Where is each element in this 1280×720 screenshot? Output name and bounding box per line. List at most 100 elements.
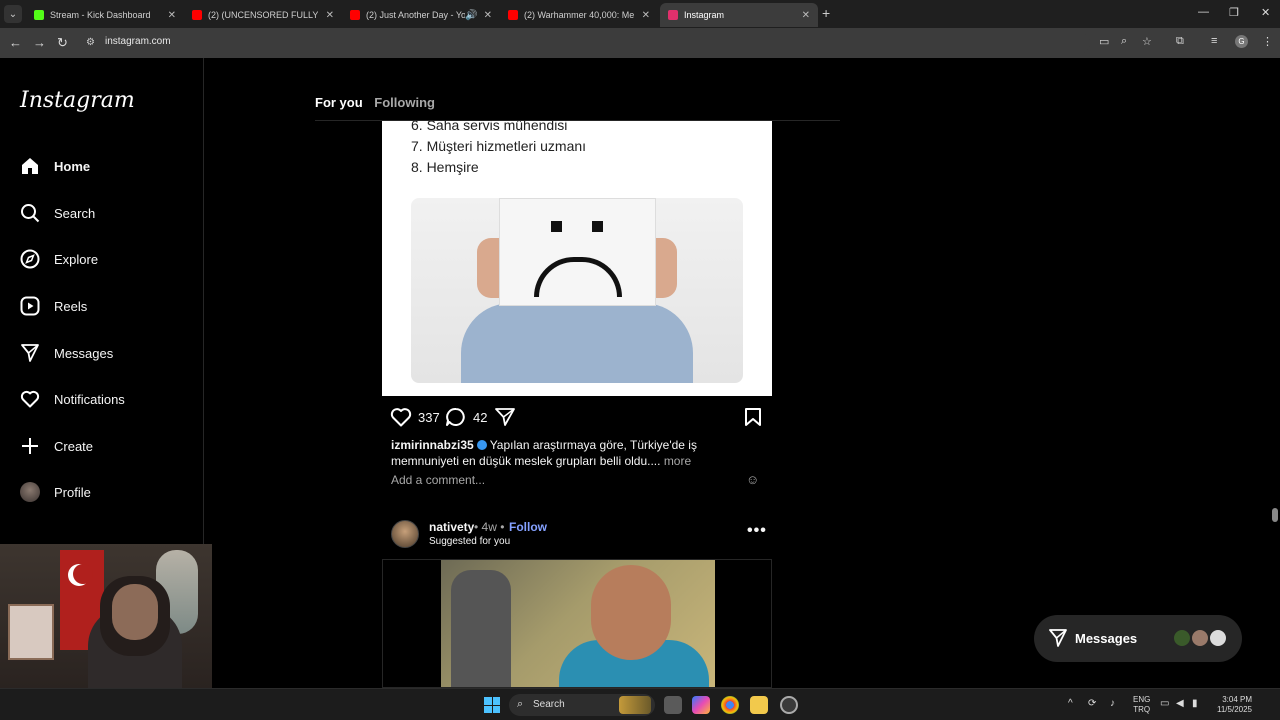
nav-home[interactable]: Home [20, 151, 90, 181]
keyboard-code: TRQ [1133, 705, 1151, 714]
profile-avatar[interactable]: G [1235, 35, 1248, 48]
back-icon[interactable]: ← [9, 35, 22, 50]
nav-profile[interactable]: Profile [20, 477, 91, 507]
tab-youtube-3[interactable]: (2) Warhammer 40,000: Mechan ✕ [500, 3, 658, 27]
menu-icon[interactable]: ⋮ [1262, 35, 1273, 48]
avatar [20, 482, 40, 502]
search-icon: ⌕ [517, 698, 524, 710]
taskbar-search-label: Search [533, 699, 565, 710]
cast-icon[interactable]: ▭ [1099, 35, 1109, 48]
post-username[interactable]: izmirinnabzi35 [391, 438, 474, 452]
close-icon[interactable]: ✕ [642, 10, 650, 21]
windows-start-icon[interactable] [484, 697, 500, 713]
emoji-icon[interactable]: ☺ [746, 472, 759, 487]
post-list-item: 6. Saha servis mühendisi [411, 121, 568, 133]
close-icon[interactable]: ✕ [802, 10, 810, 21]
new-tab-button[interactable]: + [822, 5, 830, 21]
windows-taskbar: ⌕ Search ^ ⟳ ♪ ENG TRQ ▭ ◀ ▮ 3:04 PM 11/… [0, 688, 1280, 720]
face-shape [591, 565, 671, 660]
add-comment-input[interactable]: Add a comment... [391, 473, 485, 487]
battery-icon[interactable]: ▮ [1192, 698, 1198, 709]
close-window-icon[interactable]: ✕ [1261, 6, 1270, 19]
post-age: • 4w • [474, 520, 505, 534]
nav-reels[interactable]: Reels [20, 291, 87, 321]
nav-explore[interactable]: Explore [20, 244, 98, 274]
nav-messages[interactable]: Messages [20, 338, 113, 368]
post-caption: izmirinnabzi35 Yapılan araştırmaya göre, … [391, 437, 761, 469]
copilot-icon[interactable] [692, 696, 710, 714]
tab-instagram[interactable]: Instagram ✕ [660, 3, 818, 27]
display-icon[interactable]: ▭ [1160, 698, 1169, 709]
post-image[interactable]: 6. Saha servis mühendisi 7. Müşteri hizm… [382, 121, 772, 396]
site-info-icon[interactable]: ⚙ [86, 37, 95, 48]
avatar[interactable] [391, 520, 419, 548]
page-scrollbar[interactable] [1270, 58, 1280, 688]
task-view-icon[interactable] [664, 696, 682, 714]
follow-button[interactable]: Follow [509, 520, 547, 534]
reload-icon[interactable]: ↻ [57, 35, 68, 51]
close-icon[interactable]: ✕ [326, 10, 334, 21]
nav-create[interactable]: Create [20, 431, 93, 461]
address-bar[interactable]: ⚙ instagram.com [80, 32, 1090, 54]
nav-label: Home [54, 158, 91, 174]
more-options-icon[interactable]: ••• [747, 522, 767, 540]
save-button[interactable] [744, 407, 768, 427]
app-icon[interactable] [780, 696, 798, 714]
sync-icon[interactable]: ⟳ [1088, 698, 1096, 709]
avatar [1208, 628, 1228, 648]
messages-label: Messages [1075, 631, 1138, 646]
instagram-logo[interactable]: Instagram [20, 88, 135, 113]
post-image[interactable] [382, 559, 772, 688]
like-count: 337 [418, 409, 440, 425]
language-indicator[interactable]: ENG TRQ [1133, 695, 1150, 715]
clock[interactable]: 3:04 PM 11/5/2025 [1212, 695, 1252, 715]
close-icon[interactable]: ✕ [484, 10, 492, 21]
comment-button[interactable]: 42 [445, 407, 487, 427]
like-button[interactable]: 337 [390, 407, 440, 427]
nav-label: Explore [54, 251, 99, 267]
zoom-icon[interactable]: ⌕ [1121, 35, 1127, 48]
taskbar-search[interactable]: ⌕ Search [509, 694, 655, 716]
tray-chevron-icon[interactable]: ^ [1068, 698, 1073, 709]
speaker-icon[interactable]: 🔊 [465, 10, 477, 21]
address-text: instagram.com [105, 36, 171, 47]
nav-search[interactable]: Search [20, 198, 95, 228]
microphone-icon[interactable]: ♪ [1110, 698, 1115, 709]
search-icon [20, 203, 40, 223]
tab-search-button[interactable]: ⌄ [4, 5, 22, 23]
tab-youtube-1[interactable]: (2) (UNCENSORED FULLY) - Nit ✕ [184, 3, 342, 27]
tab-following[interactable]: Following [374, 95, 435, 110]
youtube-icon [508, 10, 518, 20]
media-icon[interactable]: ≡ [1211, 35, 1217, 47]
youtube-icon [350, 10, 360, 20]
chrome-icon[interactable] [721, 696, 739, 714]
browser-tab-bar: ⌄ Stream - Kick Dashboard ✕ (2) (UNCENSO… [0, 0, 1280, 28]
post-username[interactable]: nativety [429, 520, 474, 534]
file-explorer-icon[interactable] [750, 696, 768, 714]
nav-notifications[interactable]: Notifications [20, 384, 125, 414]
volume-icon[interactable]: ◀ [1176, 698, 1184, 709]
video-scene [441, 560, 715, 687]
paper-board [8, 604, 54, 660]
scrollbar-thumb[interactable] [1272, 508, 1278, 522]
bookmark-star-icon[interactable]: ☆ [1142, 35, 1152, 48]
forward-icon[interactable]: → [33, 35, 46, 50]
post-actions: 337 42 [390, 405, 764, 427]
share-button[interactable] [494, 407, 522, 427]
tab-for-you[interactable]: For you [315, 95, 363, 110]
messages-icon [1048, 628, 1068, 653]
restore-icon[interactable]: ❐ [1229, 6, 1239, 19]
messages-drawer-button[interactable]: Messages [1034, 615, 1242, 662]
close-icon[interactable]: ✕ [168, 10, 176, 21]
heart-icon [390, 408, 412, 427]
more-link[interactable]: more [664, 454, 691, 468]
nav-label: Notifications [54, 391, 125, 407]
tab-youtube-2[interactable]: (2) Just Another Day - YouTu 🔊 ✕ [342, 3, 500, 27]
clock-time: 3:04 PM [1222, 695, 1252, 704]
tab-kick-dashboard[interactable]: Stream - Kick Dashboard ✕ [26, 3, 184, 27]
extensions-icon[interactable]: ⧉ [1176, 35, 1184, 48]
background-person [451, 570, 511, 687]
nav-label: Create [54, 438, 94, 454]
minimize-icon[interactable]: — [1198, 6, 1209, 18]
post-list-item: 7. Müşteri hizmetleri uzmanı [411, 138, 587, 154]
